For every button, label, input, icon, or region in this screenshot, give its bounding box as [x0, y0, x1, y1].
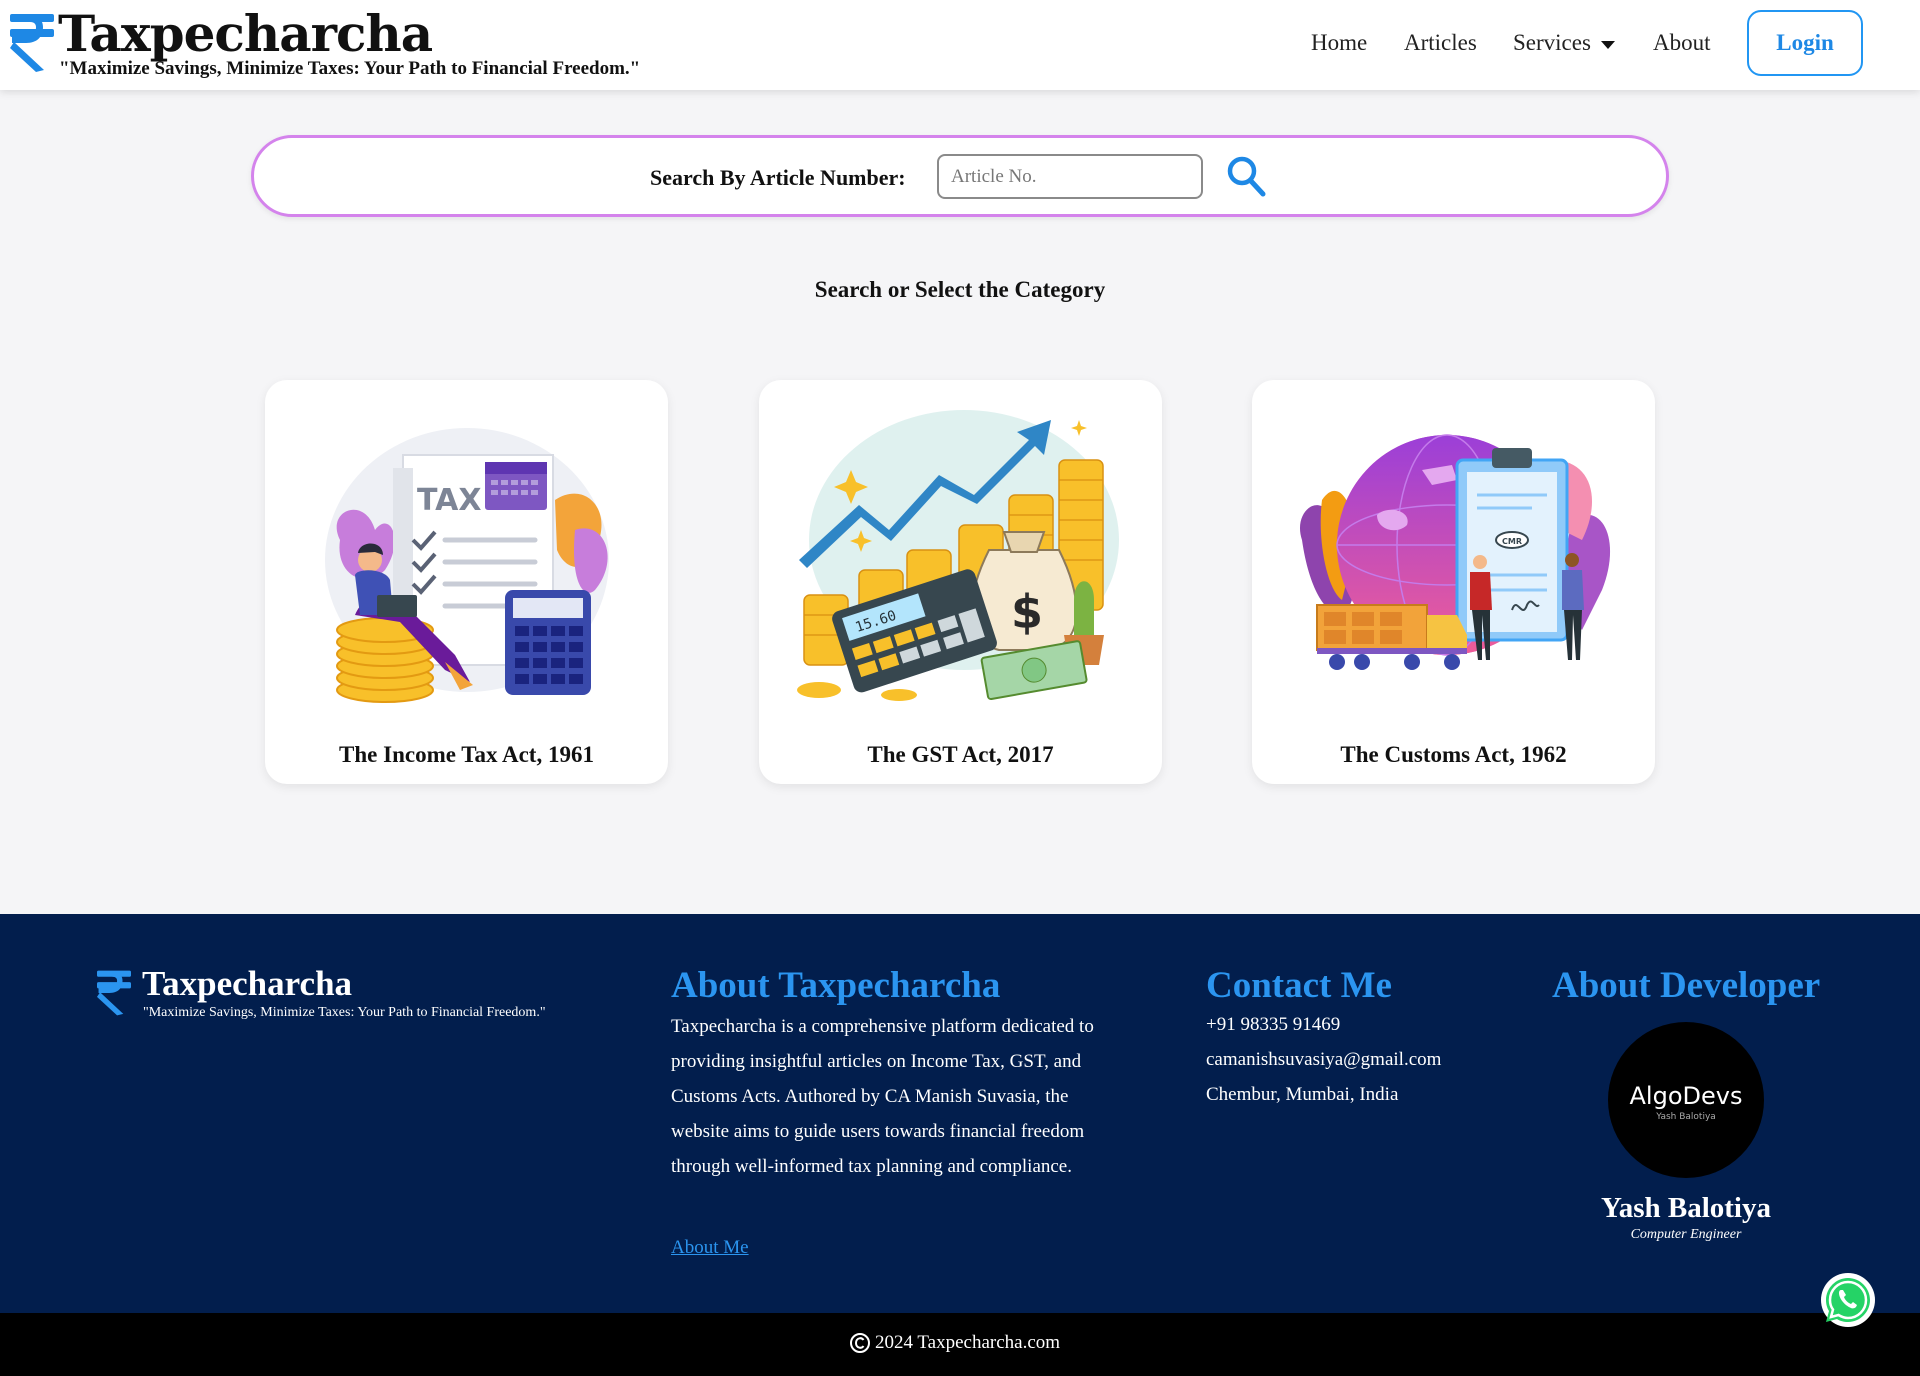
footer-about-text: Taxpecharcha is a comprehensive platform…: [671, 1016, 1094, 1177]
article-number-input[interactable]: [937, 154, 1203, 199]
copyright-icon: [850, 1333, 870, 1353]
site-footer: Taxpecharcha "Maximize Savings, Minimize…: [0, 914, 1920, 1314]
copyright-bar: 2024 Taxpecharcha.com: [0, 1313, 1920, 1376]
whatsapp-icon[interactable]: [1820, 1272, 1876, 1328]
nav-about[interactable]: About: [1653, 30, 1711, 56]
developer-role: Computer Engineer: [1630, 1227, 1742, 1242]
brand-title[interactable]: Taxpecharcha: [58, 4, 433, 63]
svg-text:TAX: TAX: [417, 483, 481, 518]
about-me-link[interactable]: About Me: [671, 1237, 749, 1259]
footer-brand-title: Taxpecharcha: [142, 964, 353, 1003]
developer-avatar[interactable]: AlgoDevs Yash Balotiya: [1608, 1022, 1764, 1178]
category-title: The Customs Act, 1962: [1340, 742, 1567, 767]
rupee-logo-icon[interactable]: [10, 12, 54, 74]
category-card-customs[interactable]: CMR The Customs Act, 1962: [1252, 380, 1655, 784]
coins-growth-illustration: $ 15.60: [797, 410, 1119, 701]
category-card-gst[interactable]: $ 15.60 The GST Act, 2017: [759, 380, 1162, 784]
login-button[interactable]: Login: [1747, 10, 1863, 76]
svg-text:$: $: [1011, 585, 1043, 639]
caret-down-icon: [1600, 40, 1615, 49]
category-heading: Search or Select the Category: [814, 277, 1106, 302]
developer-logo-sub: Yash Balotiya: [1656, 1112, 1716, 1122]
nav-services[interactable]: Services: [1513, 30, 1615, 56]
contact-phone: +91 98335 91469: [1206, 1014, 1341, 1035]
svg-text:CMR: CMR: [1502, 537, 1522, 546]
contact-email: camanishsuvasiya@gmail.com: [1206, 1049, 1442, 1070]
brand-tagline: "Maximize Savings, Minimize Taxes: Your …: [59, 58, 641, 79]
nav-articles[interactable]: Articles: [1404, 30, 1477, 56]
tax-form-illustration: TAX: [325, 428, 609, 703]
footer-developer-heading: About Developer: [1552, 965, 1821, 1006]
nav-services-label: Services: [1513, 30, 1591, 55]
search-label: Search By Article Number:: [650, 165, 906, 190]
contact-address: Chembur, Mumbai, India: [1206, 1084, 1399, 1105]
footer-brand-tagline: "Maximize Savings, Minimize Taxes: Your …: [143, 1005, 546, 1020]
article-search-bar: Search By Article Number:: [251, 135, 1669, 217]
footer-contact-heading: Contact Me: [1206, 965, 1392, 1006]
developer-logo-name: AlgoDevs: [1629, 1082, 1743, 1110]
search-icon[interactable]: [1226, 155, 1266, 197]
category-title: The GST Act, 2017: [867, 742, 1054, 767]
category-card-income-tax[interactable]: TAX The Income Tax Act, 1961: [265, 380, 668, 784]
site-header: Taxpecharcha "Maximize Savings, Minimize…: [0, 0, 1920, 90]
copyright-text: 2024 Taxpecharcha.com: [875, 1332, 1061, 1353]
globe-shipping-illustration: CMR: [1299, 434, 1611, 670]
developer-name: Yash Balotiya: [1600, 1192, 1771, 1224]
rupee-logo-icon: [97, 970, 131, 1016]
nav-home[interactable]: Home: [1311, 30, 1367, 56]
footer-about-heading: About Taxpecharcha: [671, 965, 1001, 1006]
category-title: The Income Tax Act, 1961: [339, 742, 594, 767]
